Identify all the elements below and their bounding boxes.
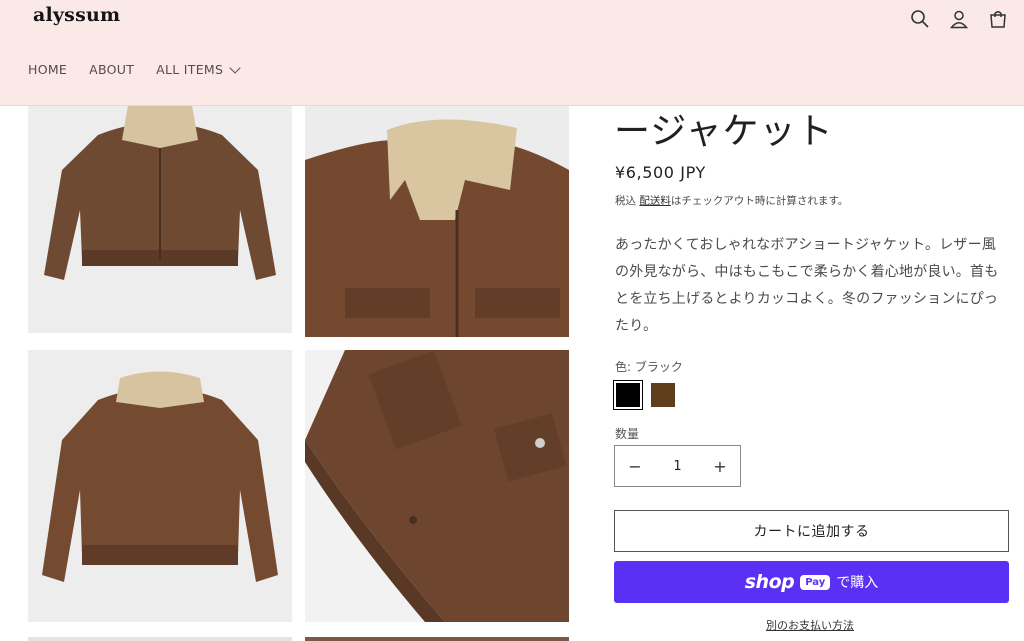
account-icon[interactable]	[949, 8, 969, 30]
product-image-pocket[interactable]	[305, 350, 569, 622]
nav-home[interactable]: HOME	[28, 62, 67, 77]
quantity-plus-button[interactable]: +	[700, 457, 740, 476]
shipping-link[interactable]: 配送料	[639, 195, 671, 207]
product-price: ¥6,500 JPY	[615, 163, 706, 182]
nav-about-label: ABOUT	[89, 62, 135, 77]
swatch-brown[interactable]	[651, 383, 675, 407]
tax-prefix: 税込	[615, 195, 640, 207]
header-icons	[910, 8, 1008, 30]
nav-all-items-label: ALL ITEMS	[156, 62, 224, 77]
site-logo[interactable]: alyssum	[33, 4, 120, 26]
product-description: あったかくておしゃれなボアショートジャケット。レザー風の外見ながら、中はもこもこ…	[615, 237, 999, 334]
product-image-back[interactable]	[28, 350, 292, 622]
cart-icon[interactable]	[988, 8, 1008, 30]
product-image-front[interactable]	[28, 100, 292, 333]
tax-note: 税込 配送料はチェックアウト時に計算されます。	[615, 193, 848, 208]
product-image-next[interactable]	[28, 637, 292, 641]
nav-all-items[interactable]: ALL ITEMS	[156, 61, 241, 77]
nav-about[interactable]: ABOUT	[89, 62, 134, 77]
site-header: alyssum HOME ABOUT ALL ITEMS	[0, 0, 1024, 106]
chevron-down-icon	[229, 61, 241, 74]
shop-pay-buy-label: で購入	[836, 575, 879, 591]
color-label: 色: ブラック	[615, 360, 683, 374]
swatch-black[interactable]	[613, 380, 643, 410]
quantity-minus-button[interactable]: −	[615, 457, 655, 476]
add-to-cart-button[interactable]: カートに追加する	[614, 510, 1009, 552]
search-icon[interactable]	[910, 8, 930, 30]
product-image-collar[interactable]	[305, 100, 569, 337]
product-title: ージャケット	[614, 111, 834, 152]
shop-pay-pill: Pay	[800, 574, 831, 590]
quantity-input[interactable]: 1	[673, 459, 681, 474]
shop-pay-logo-word: shop	[744, 571, 795, 593]
product-image-next-2[interactable]	[305, 637, 569, 641]
more-payment-options-link[interactable]: 別のお支払い方法	[766, 617, 854, 633]
tax-suffix: はチェックアウト時に計算されます。	[670, 195, 849, 207]
main-nav: HOME ABOUT ALL ITEMS	[28, 61, 241, 77]
quantity-stepper: − 1 +	[614, 445, 741, 487]
quantity-label: 数量	[615, 427, 640, 441]
nav-home-label: HOME	[28, 62, 68, 77]
shop-pay-button[interactable]: shop Pay で購入	[614, 561, 1009, 603]
